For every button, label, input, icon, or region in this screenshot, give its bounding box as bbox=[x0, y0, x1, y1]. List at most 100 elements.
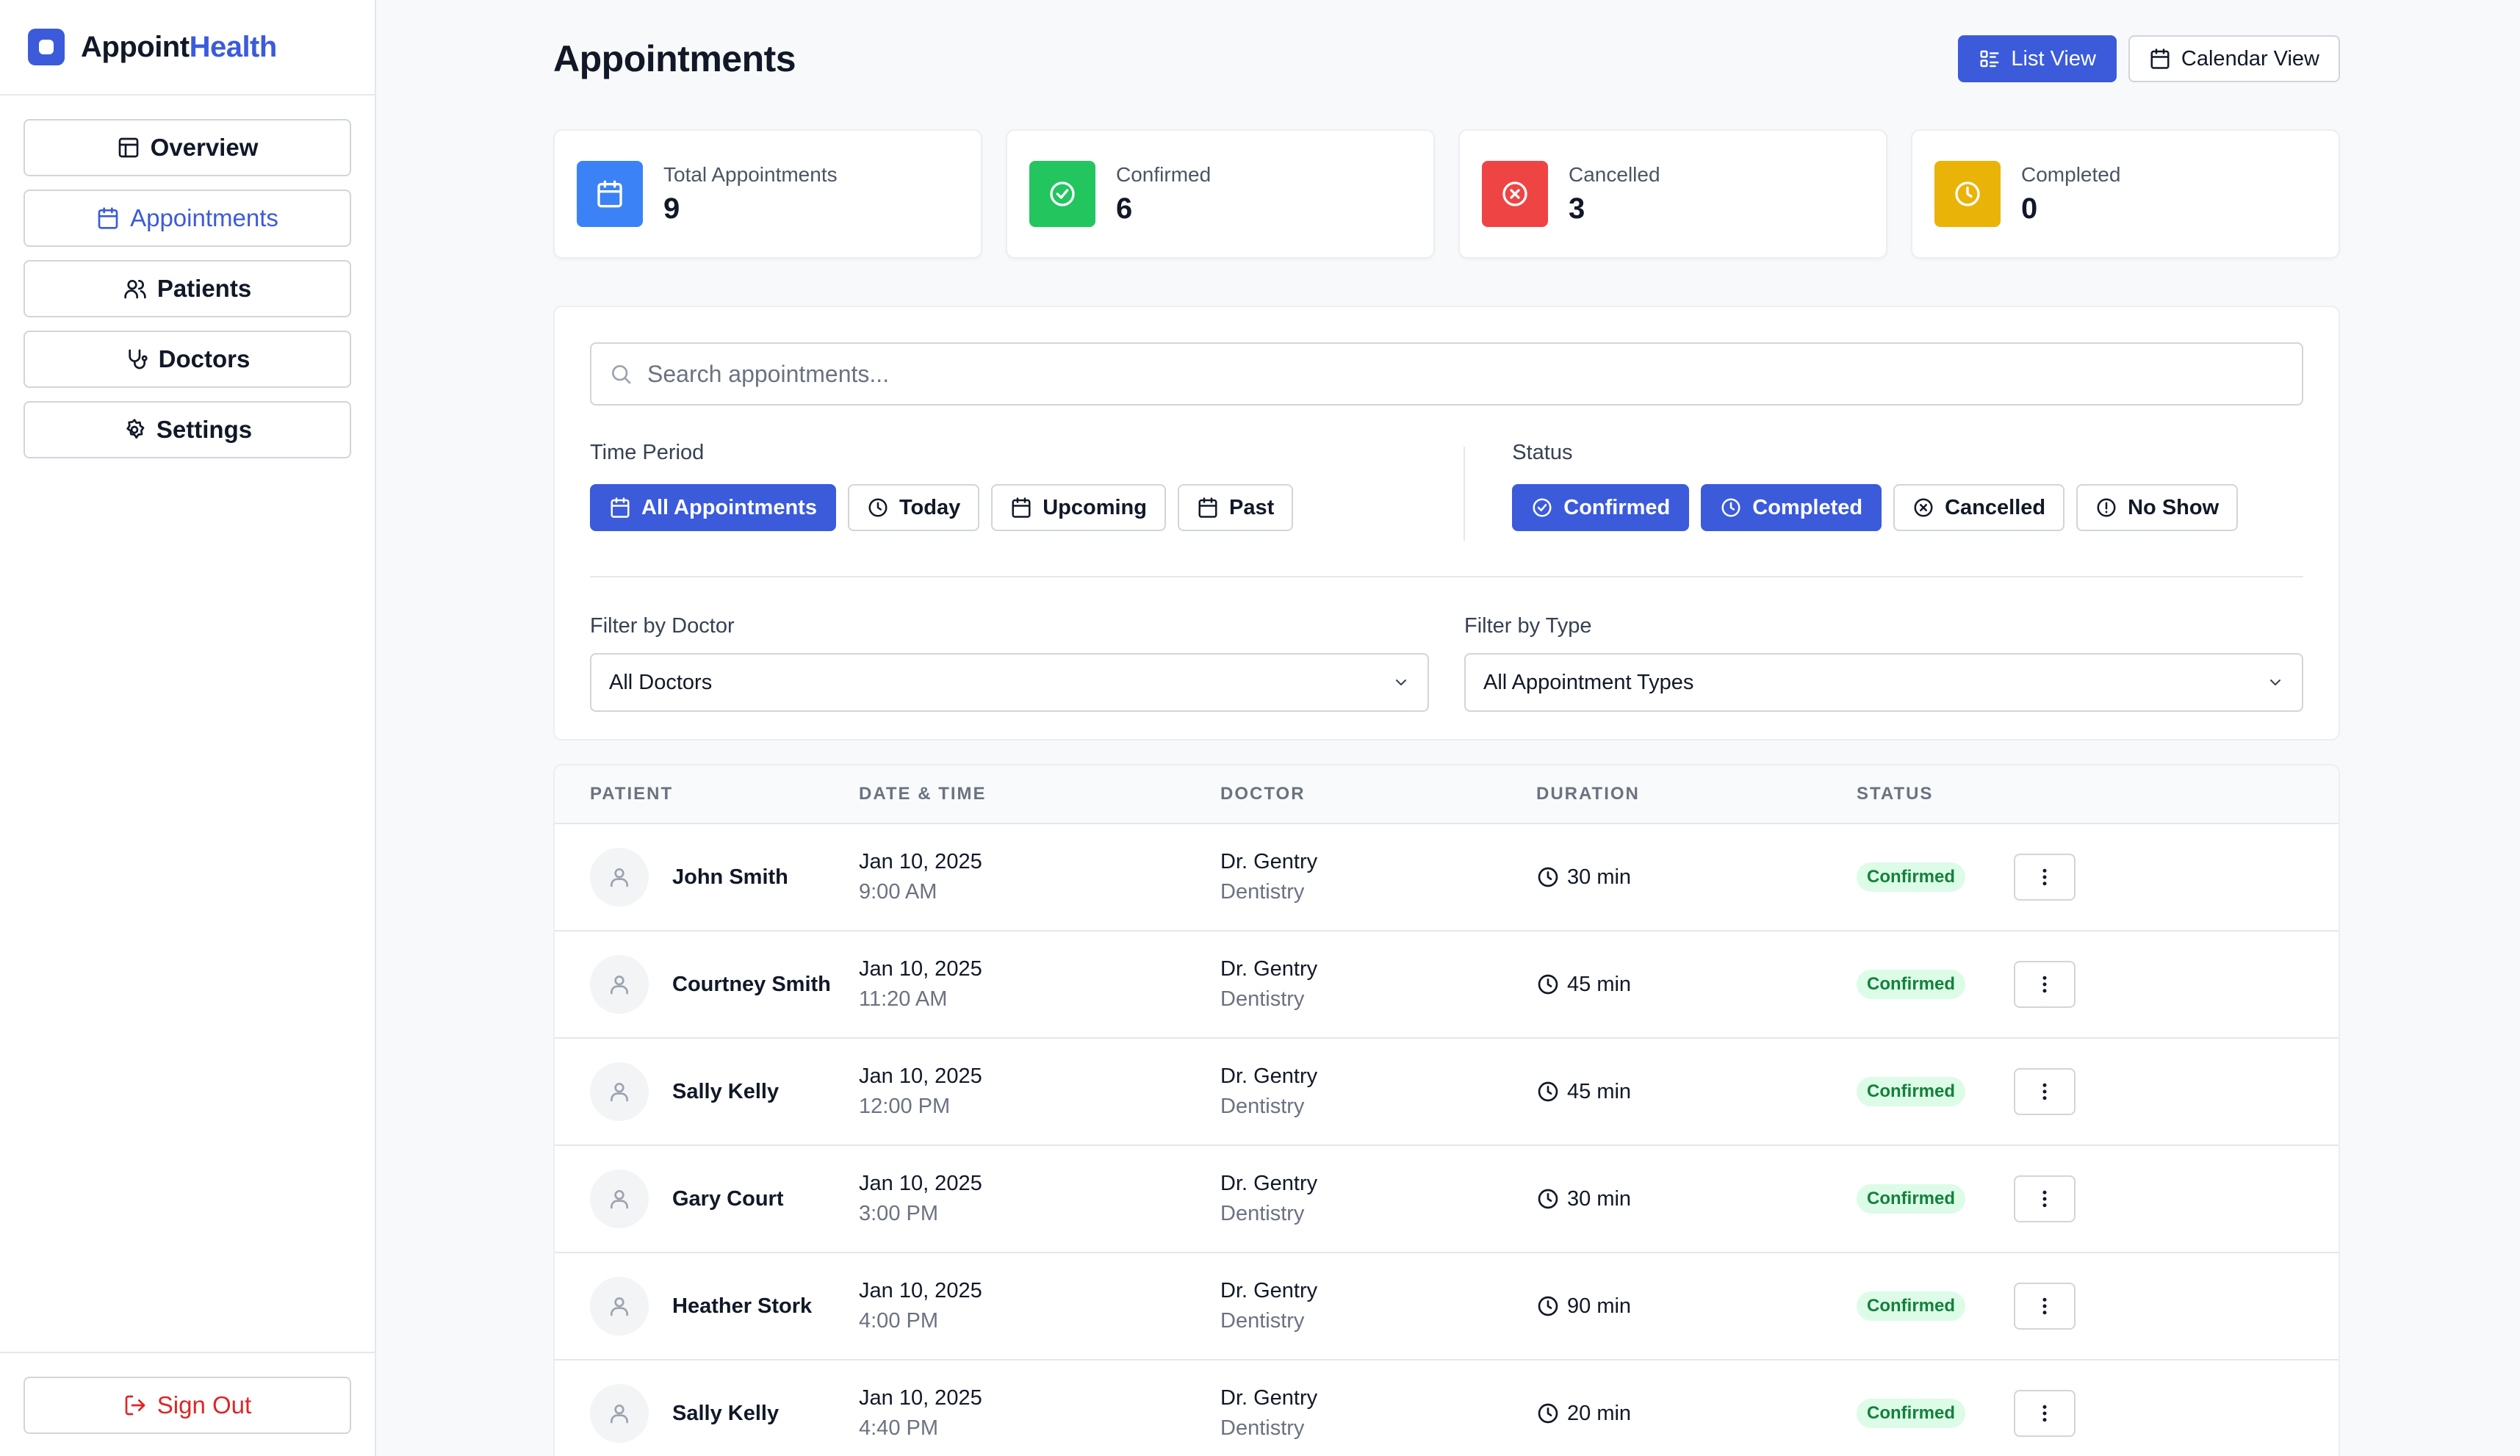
calendar-view-button[interactable]: Calendar View bbox=[2128, 35, 2340, 82]
appointment-date: Jan 10, 2025 bbox=[859, 1172, 982, 1195]
stat-card-total: Total Appointments 9 bbox=[553, 129, 982, 259]
sidebar-footer: Sign Out bbox=[0, 1352, 375, 1456]
clock-icon bbox=[1538, 974, 1558, 995]
logout-icon bbox=[125, 1395, 145, 1416]
stat-value: 6 bbox=[1116, 192, 1133, 225]
chevron-down-icon bbox=[2270, 680, 2280, 685]
row-actions-button[interactable] bbox=[2014, 1175, 2076, 1222]
filter-today[interactable]: Today bbox=[847, 484, 980, 531]
more-vertical-icon bbox=[2042, 1190, 2047, 1208]
list-view-button[interactable]: List View bbox=[1958, 35, 2117, 82]
filter-all-appointments[interactable]: All Appointments bbox=[590, 484, 836, 531]
row-actions-button[interactable] bbox=[2014, 1390, 2076, 1437]
page-header: Appointments List View Calendar View bbox=[553, 0, 2340, 118]
user-icon bbox=[611, 1083, 628, 1102]
calendar-icon bbox=[98, 207, 118, 229]
doctor-filter-label: Filter by Doctor bbox=[590, 614, 735, 638]
calendar-icon bbox=[577, 161, 643, 227]
doctor-specialty: Dentistry bbox=[1220, 1309, 1305, 1333]
doctor-specialty: Dentistry bbox=[1220, 1202, 1305, 1225]
appointment-time: 11:20 AM bbox=[859, 987, 948, 1011]
table-row[interactable]: Gary Court Jan 10, 2025 3:00 PM Dr. Gent… bbox=[555, 1146, 2339, 1253]
column-header-duration: DURATION bbox=[1536, 784, 1640, 804]
sidebar-item-settings[interactable]: Settings bbox=[24, 401, 351, 458]
filter-confirmed[interactable]: Confirmed bbox=[1512, 484, 1690, 531]
clock-icon bbox=[1538, 1189, 1558, 1209]
brand-name: AppointHealth bbox=[81, 30, 277, 63]
avatar bbox=[590, 1062, 649, 1121]
appointment-date: Jan 10, 2025 bbox=[859, 850, 982, 873]
doctor-specialty: Dentistry bbox=[1220, 1416, 1305, 1440]
status-badge: Confirmed bbox=[1857, 862, 1965, 892]
layout-icon bbox=[118, 137, 138, 158]
doctor-name: Dr. Gentry bbox=[1220, 1172, 1318, 1195]
stat-card-cancelled: Cancelled 3 bbox=[1458, 129, 1887, 259]
appointments-table: PATIENT DATE & TIME DOCTOR DURATION STAT… bbox=[553, 764, 2340, 1456]
duration-value: 90 min bbox=[1567, 1294, 1632, 1318]
filter-no-show[interactable]: No Show bbox=[2076, 484, 2239, 531]
status-label: Status bbox=[1512, 441, 1573, 464]
clock-icon bbox=[1538, 1296, 1558, 1316]
sidebar-item-label: Overview bbox=[150, 134, 259, 161]
avatar bbox=[590, 1170, 649, 1228]
patient-name: Sally Kelly bbox=[672, 1401, 780, 1425]
filter-past[interactable]: Past bbox=[1178, 484, 1294, 531]
stat-value: 0 bbox=[2021, 192, 2038, 225]
filter-upcoming[interactable]: Upcoming bbox=[991, 484, 1166, 531]
user-icon bbox=[611, 976, 628, 995]
patient-name: Gary Court bbox=[672, 1186, 784, 1211]
sidebar-item-overview[interactable]: Overview bbox=[24, 119, 351, 176]
table-row[interactable]: John Smith Jan 10, 2025 9:00 AM Dr. Gent… bbox=[555, 824, 2339, 931]
column-header-patient: PATIENT bbox=[590, 784, 674, 804]
sidebar-item-patients[interactable]: Patients bbox=[24, 260, 351, 317]
select-row: Filter by Doctor All Doctors Filter by T… bbox=[590, 614, 2303, 712]
doctor-select[interactable]: All Doctors bbox=[590, 653, 1429, 712]
appointment-date: Jan 10, 2025 bbox=[859, 957, 982, 981]
brand: AppointHealth bbox=[0, 0, 375, 95]
avatar bbox=[590, 848, 649, 907]
status-group: Status Confirmed Completed Cancelled No … bbox=[1512, 441, 2239, 541]
clock-icon bbox=[868, 498, 888, 517]
stat-card-confirmed: Confirmed 6 bbox=[1006, 129, 1435, 259]
row-actions-button[interactable] bbox=[2014, 1068, 2076, 1115]
doctor-name: Dr. Gentry bbox=[1220, 850, 1318, 873]
row-actions-button[interactable] bbox=[2014, 854, 2076, 901]
patient-name: Sally Kelly bbox=[672, 1079, 780, 1103]
sidebar: AppointHealth Overview Appointments Pati… bbox=[0, 0, 376, 1456]
type-select[interactable]: All Appointment Types bbox=[1464, 653, 2303, 712]
table-row[interactable]: Heather Stork Jan 10, 2025 4:00 PM Dr. G… bbox=[555, 1253, 2339, 1361]
doctor-specialty: Dentistry bbox=[1220, 880, 1305, 904]
users-icon bbox=[124, 280, 146, 299]
sidebar-item-appointments[interactable]: Appointments bbox=[24, 190, 351, 247]
duration-value: 30 min bbox=[1567, 865, 1632, 889]
doctor-name: Dr. Gentry bbox=[1220, 957, 1318, 981]
chevron-down-icon bbox=[1396, 680, 1406, 685]
filter-cancelled[interactable]: Cancelled bbox=[1893, 484, 2065, 531]
status-badge: Confirmed bbox=[1857, 1077, 1965, 1106]
filter-completed[interactable]: Completed bbox=[1701, 484, 1882, 531]
sidebar-item-doctors[interactable]: Doctors bbox=[24, 331, 351, 388]
patient-name: Heather Stork bbox=[672, 1294, 813, 1318]
search-input[interactable]: Search appointments... bbox=[590, 342, 2303, 406]
table-row[interactable]: Sally Kelly Jan 10, 2025 4:40 PM Dr. Gen… bbox=[555, 1361, 2339, 1456]
row-actions-button[interactable] bbox=[2014, 961, 2076, 1008]
divider bbox=[590, 576, 2303, 577]
clock-icon bbox=[1934, 161, 2001, 227]
time-period-group: Time Period All Appointments Today Upcom… bbox=[590, 441, 1294, 541]
status-badge: Confirmed bbox=[1857, 1399, 1965, 1428]
more-vertical-icon bbox=[2042, 1405, 2047, 1422]
duration-value: 45 min bbox=[1567, 1079, 1632, 1103]
appointment-time: 4:40 PM bbox=[859, 1416, 938, 1440]
user-icon bbox=[611, 1297, 628, 1316]
type-filter-label: Filter by Type bbox=[1464, 614, 1592, 638]
sign-out-button[interactable]: Sign Out bbox=[24, 1377, 351, 1434]
avatar bbox=[590, 1384, 649, 1443]
table-row[interactable]: Sally Kelly Jan 10, 2025 12:00 PM Dr. Ge… bbox=[555, 1039, 2339, 1146]
table-row[interactable]: Courtney Smith Jan 10, 2025 11:20 AM Dr.… bbox=[555, 931, 2339, 1039]
divider bbox=[1464, 447, 1466, 541]
gear-icon bbox=[126, 419, 145, 439]
duration-value: 20 min bbox=[1567, 1401, 1632, 1425]
status-badge: Confirmed bbox=[1857, 1291, 1965, 1321]
row-actions-button[interactable] bbox=[2014, 1283, 2076, 1330]
duration-value: 45 min bbox=[1567, 972, 1632, 996]
